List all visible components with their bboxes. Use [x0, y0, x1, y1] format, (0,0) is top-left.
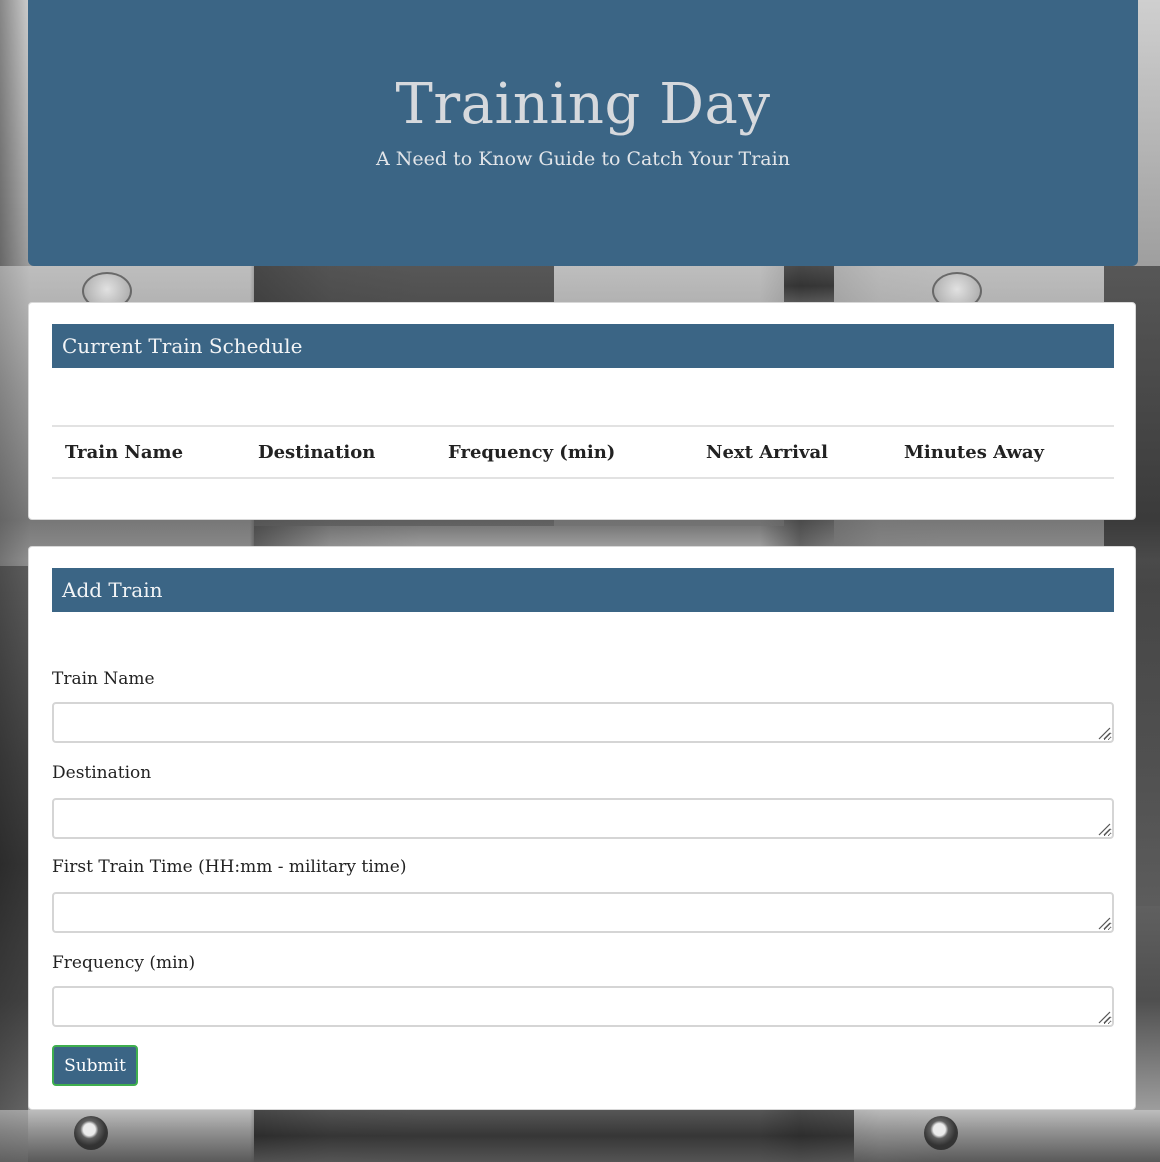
train-name-field[interactable]: [52, 702, 1114, 743]
frequency-field[interactable]: [52, 986, 1114, 1027]
page-title: Training Day: [395, 72, 771, 137]
background-photo-tile: [784, 266, 834, 306]
headlight-icon: [924, 1116, 958, 1150]
column-header-minutes-away: Minutes Away: [891, 425, 1114, 479]
column-header-destination: Destination: [245, 425, 435, 479]
first-train-time-field-wrapper: [52, 892, 1114, 933]
table-header-row: Train Name Destination Frequency (min) N…: [52, 425, 1114, 479]
resize-handle-icon[interactable]: [1097, 1010, 1111, 1024]
add-train-panel: Add Train Train Name Destination First T…: [28, 546, 1136, 1110]
first-train-time-label: First Train Time (HH:mm - military time): [52, 857, 407, 877]
background-photo-tile: [0, 566, 28, 1162]
train-name-field-wrapper: [52, 702, 1114, 743]
train-name-label: Train Name: [52, 669, 155, 689]
column-header-next-arrival: Next Arrival: [693, 425, 891, 479]
resize-handle-icon[interactable]: [1097, 726, 1111, 740]
resize-handle-icon[interactable]: [1097, 916, 1111, 930]
background-photo-tile: [0, 1110, 254, 1162]
frequency-label: Frequency (min): [52, 953, 196, 973]
column-header-frequency: Frequency (min): [435, 425, 693, 479]
header-banner: Training Day A Need to Know Guide to Cat…: [28, 0, 1138, 266]
background-photo-tile: [254, 1110, 854, 1162]
add-train-panel-heading: Add Train: [52, 568, 1114, 612]
headlight-icon: [74, 1116, 108, 1150]
background-photo-tile: [854, 1110, 1160, 1162]
schedule-panel: Current Train Schedule Train Name Destin…: [28, 302, 1136, 520]
destination-field[interactable]: [52, 798, 1114, 839]
destination-label: Destination: [52, 763, 152, 783]
submit-button[interactable]: Submit: [52, 1045, 138, 1086]
schedule-table: Train Name Destination Frequency (min) N…: [52, 425, 1114, 479]
page-subtitle: A Need to Know Guide to Catch Your Train: [376, 148, 790, 170]
destination-field-wrapper: [52, 798, 1114, 839]
frequency-field-wrapper: [52, 986, 1114, 1027]
column-header-train-name: Train Name: [52, 425, 245, 479]
first-train-time-field[interactable]: [52, 892, 1114, 933]
resize-handle-icon[interactable]: [1097, 822, 1111, 836]
schedule-panel-heading: Current Train Schedule: [52, 324, 1114, 368]
